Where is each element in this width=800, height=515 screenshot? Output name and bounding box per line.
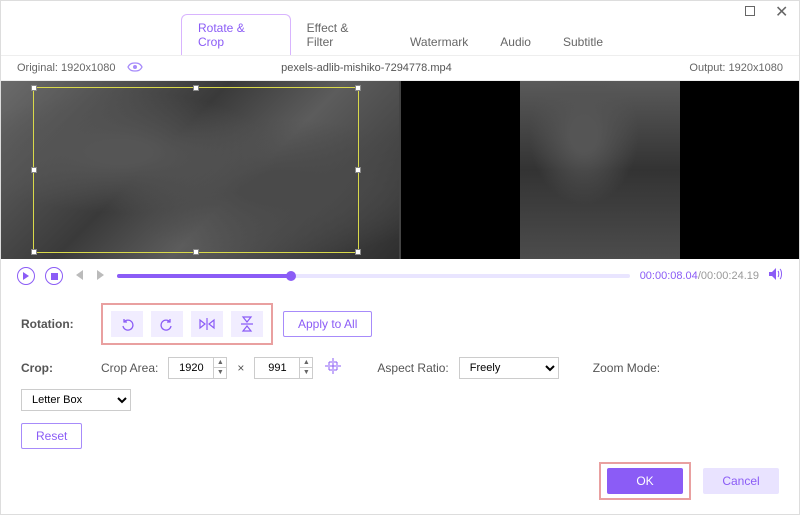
tab-subtitle[interactable]: Subtitle (547, 29, 619, 55)
titlebar: ✕ (1, 1, 799, 25)
transport-bar: 00:00:08.04/00:00:24.19 (1, 259, 799, 293)
tab-audio[interactable]: Audio (484, 29, 547, 55)
zoom-mode-label: Zoom Mode: (593, 361, 660, 375)
preview-area (1, 81, 799, 259)
close-button[interactable]: ✕ (775, 6, 789, 20)
filename-label: pexels-adlib-mishiko-7294778.mp4 (43, 62, 689, 74)
flip-vertical-button[interactable] (231, 311, 263, 337)
rotate-right-button[interactable] (151, 311, 183, 337)
reset-button[interactable]: Reset (21, 423, 82, 449)
crop-width-down[interactable]: ▼ (214, 368, 226, 378)
rotate-left-button[interactable] (111, 311, 143, 337)
time-display: 00:00:08.04/00:00:24.19 (640, 270, 759, 282)
crop-handle-ml[interactable] (31, 167, 37, 173)
tab-rotate-crop[interactable]: Rotate & Crop (181, 14, 291, 55)
crop-width-input[interactable] (168, 357, 214, 379)
cancel-button[interactable]: Cancel (703, 468, 779, 494)
aspect-ratio-label: Aspect Ratio: (377, 361, 448, 375)
aspect-ratio-select[interactable]: Freely (459, 357, 559, 379)
crop-handle-bm[interactable] (193, 249, 199, 255)
output-label: Output: 1920x1080 (689, 62, 783, 74)
crop-separator: × (237, 361, 244, 375)
editor-window: ✕ Rotate & Crop Effect & Filter Watermar… (0, 0, 800, 515)
tab-bar: Rotate & Crop Effect & Filter Watermark … (1, 25, 799, 55)
apply-to-all-button[interactable]: Apply to All (283, 311, 372, 337)
controls-panel: Rotation: Apply to All Crop: Crop Area: (1, 293, 799, 471)
crop-rectangle[interactable] (33, 87, 359, 253)
crop-handle-tr[interactable] (355, 85, 361, 91)
ok-button[interactable]: OK (607, 468, 683, 494)
crop-handle-tl[interactable] (31, 85, 37, 91)
play-button[interactable] (17, 267, 35, 285)
crop-area-label: Crop Area: (101, 361, 158, 375)
tab-watermark[interactable]: Watermark (394, 29, 484, 55)
footer: OK Cancel (599, 462, 779, 500)
flip-horizontal-button[interactable] (191, 311, 223, 337)
next-frame-button[interactable] (95, 267, 107, 285)
source-preview[interactable] (1, 81, 401, 259)
rotation-button-group (101, 303, 273, 345)
crop-handle-bl[interactable] (31, 249, 37, 255)
ok-highlight: OK (599, 462, 691, 500)
zoom-mode-select[interactable]: Letter Box (21, 389, 131, 411)
rotation-label: Rotation: (21, 317, 91, 331)
info-bar: Original: 1920x1080 pexels-adlib-mishiko… (1, 55, 799, 81)
center-crop-icon[interactable] (323, 358, 343, 379)
crop-height-input[interactable] (254, 357, 300, 379)
tab-effect-filter[interactable]: Effect & Filter (291, 15, 394, 55)
output-preview (401, 81, 799, 259)
crop-handle-br[interactable] (355, 249, 361, 255)
prev-frame-button[interactable] (73, 267, 85, 285)
crop-width-up[interactable]: ▲ (214, 358, 226, 368)
volume-icon[interactable] (769, 267, 783, 285)
crop-label: Crop: (21, 361, 91, 375)
seek-slider[interactable] (117, 274, 630, 278)
maximize-button[interactable] (745, 6, 759, 20)
crop-height-down[interactable]: ▼ (300, 368, 312, 378)
crop-handle-tm[interactable] (193, 85, 199, 91)
crop-height-up[interactable]: ▲ (300, 358, 312, 368)
stop-button[interactable] (45, 267, 63, 285)
crop-handle-mr[interactable] (355, 167, 361, 173)
